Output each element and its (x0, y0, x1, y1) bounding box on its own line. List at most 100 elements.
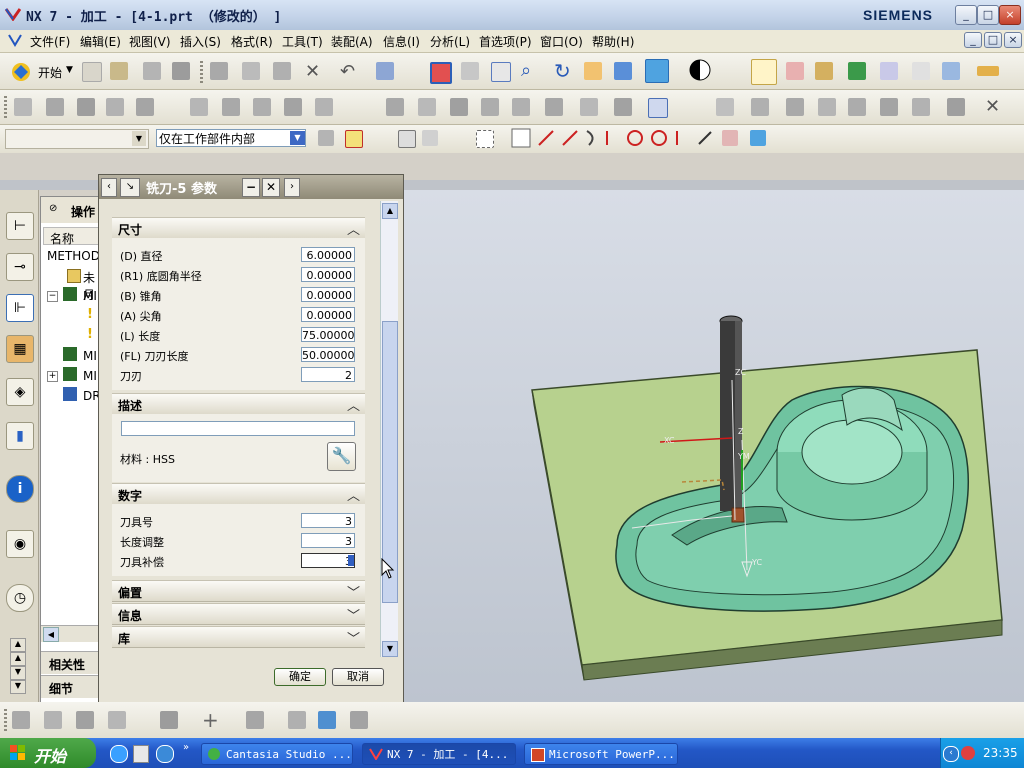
wcs-orient-icon[interactable] (751, 59, 777, 85)
scope-filter-dropdown[interactable]: 仅在工作部件内部 ▼ (156, 129, 306, 147)
section-info[interactable]: 信息 ﹀ (112, 603, 365, 625)
doc-close-button[interactable]: × (1004, 32, 1022, 48)
dialog-close-icon[interactable]: ✕ (262, 178, 280, 197)
column-header-name[interactable]: 名称 (43, 227, 101, 246)
bottom-tool-7-icon[interactable] (288, 711, 306, 729)
dependencies-tab[interactable]: 相关性 (41, 651, 103, 674)
menu-format[interactable]: 格式(R) (231, 33, 273, 50)
start-label[interactable]: 开始 (38, 64, 62, 81)
selection-filter-icon[interactable] (376, 62, 394, 80)
start-icon[interactable] (10, 61, 32, 83)
open-file-icon[interactable] (110, 62, 128, 80)
web-browser-icon[interactable]: ◉ (6, 530, 34, 558)
toolbar-grip[interactable] (4, 709, 7, 731)
machine-tool-icon[interactable]: ▦ (6, 335, 34, 363)
tray-app-icon[interactable] (961, 746, 975, 760)
doc-restore-button[interactable]: □ (984, 32, 1002, 48)
bottom-tool-9-icon[interactable] (350, 711, 368, 729)
diameter-input[interactable]: 6.00000 (301, 247, 355, 262)
op-tool-6-icon[interactable] (190, 98, 208, 116)
rotate-icon[interactable]: ↻ (554, 59, 571, 83)
select-all-icon[interactable] (318, 130, 334, 146)
chevron-down-icon[interactable]: ▼ (132, 131, 146, 146)
operation-navigator-icon[interactable]: ⊩ (6, 294, 34, 322)
graphics-window[interactable]: ZC XC Z YM YC (402, 190, 1024, 702)
new-file-icon[interactable] (82, 62, 102, 82)
perspective-icon[interactable] (614, 62, 632, 80)
menu-view[interactable]: 视图(V) (129, 33, 171, 50)
scroll-down-icon[interactable]: ▼ (10, 666, 26, 680)
horizontal-scrollbar[interactable]: ◀ (41, 625, 103, 642)
bottom-tool-4-icon[interactable] (108, 711, 126, 729)
tree-expand-icon[interactable]: + (47, 371, 58, 382)
section-dimensions[interactable]: 尺寸 ︿ (112, 217, 365, 239)
chevron-up-icon[interactable]: ︿ (347, 219, 360, 238)
tree-collapse-icon[interactable]: − (47, 291, 58, 302)
tree-item-mill-1[interactable]: MI (83, 289, 97, 303)
wcs-origin-icon[interactable] (786, 62, 804, 80)
dialog-title-bar[interactable]: ‹ ↘ 铣刀-5 参数 − ✕ › (99, 175, 403, 199)
section-offset[interactable]: 偏置 ﹀ (112, 580, 365, 602)
bottom-tool-2-icon[interactable] (44, 711, 62, 729)
create-tool-icon[interactable] (848, 62, 866, 80)
chevron-up-icon[interactable]: ︿ (347, 395, 360, 414)
zoom-window-icon[interactable] (461, 62, 479, 80)
op-tool-7-icon[interactable] (222, 98, 240, 116)
op-tool-15-icon[interactable] (512, 98, 530, 116)
section-description[interactable]: 描述 ︿ (112, 393, 365, 415)
description-input[interactable] (121, 421, 355, 436)
dialog-scrollbar[interactable]: ▲ ▼ (380, 201, 398, 657)
op-tool-11-icon[interactable] (386, 98, 404, 116)
op-tool-19-icon[interactable] (648, 98, 668, 118)
op-tool-5-icon[interactable] (136, 98, 154, 116)
op-tool-17-icon[interactable] (580, 98, 598, 116)
section-library[interactable]: 库 ﹀ (112, 626, 365, 648)
tip-angle-input[interactable]: 0.00000 (301, 307, 355, 322)
scroll-left-icon[interactable]: ◀ (43, 627, 59, 642)
dialog-back-icon[interactable]: ‹ (101, 178, 117, 197)
menu-tools[interactable]: 工具(T) (282, 33, 323, 50)
op-delete-icon[interactable]: ✕ (985, 96, 1000, 117)
create-operation-icon[interactable] (942, 62, 960, 80)
op-tool-16-icon[interactable] (545, 98, 563, 116)
paste-icon[interactable] (273, 62, 291, 80)
op-tool-12-icon[interactable] (418, 98, 436, 116)
menu-preferences[interactable]: 首选项(P) (479, 33, 532, 50)
chevron-down-icon[interactable]: ▼ (290, 131, 305, 145)
taskbar-item-nx[interactable]: NX 7 - 加工 - [4... (362, 743, 516, 765)
reuse-library-icon[interactable]: ◈ (6, 378, 34, 406)
op-tool-20-icon[interactable] (716, 98, 734, 116)
pan-icon[interactable] (584, 62, 602, 80)
cutcom-register-input[interactable]: 3 (301, 553, 355, 568)
op-tool-8-icon[interactable] (253, 98, 271, 116)
tree-item-mill-3[interactable]: MI (83, 369, 97, 383)
bottom-tool-5-icon[interactable] (160, 711, 178, 729)
dialog-forward-icon[interactable]: › (284, 178, 300, 197)
op-tool-9-icon[interactable] (284, 98, 302, 116)
bottom-tool-3-icon[interactable] (76, 711, 94, 729)
flutes-input[interactable]: 2 (301, 367, 355, 382)
menu-help[interactable]: 帮助(H) (592, 33, 634, 50)
chevron-down-icon[interactable]: ﹀ (347, 582, 360, 601)
rectangle-select-icon[interactable] (476, 130, 494, 148)
select-body-icon[interactable] (398, 130, 416, 148)
minimize-button[interactable]: _ (955, 5, 977, 25)
zoom-icon[interactable] (491, 62, 511, 82)
shaded-cube-icon[interactable] (645, 59, 669, 83)
flute-length-input[interactable]: 50.00000 (301, 347, 355, 362)
dialog-collapse-icon[interactable]: − (242, 178, 260, 197)
pin-icon[interactable]: ⊘ (49, 203, 57, 214)
type-filter-dropdown[interactable]: ▼ (5, 129, 149, 149)
op-tool-10-icon[interactable] (315, 98, 333, 116)
history-clock-icon[interactable]: ◷ (6, 584, 34, 612)
op-tool-4-icon[interactable] (106, 98, 124, 116)
scroll-up-icon[interactable]: ▲ (10, 652, 26, 666)
tree-item-mill-2[interactable]: MI (83, 349, 97, 363)
op-tool-27-icon[interactable] (947, 98, 965, 116)
undo-icon[interactable]: ↶ (340, 61, 355, 82)
create-method-icon[interactable] (912, 62, 930, 80)
op-tool-25-icon[interactable] (880, 98, 898, 116)
chevron-down-icon[interactable]: ﹀ (347, 605, 360, 624)
scroll-down-icon[interactable]: ▼ (10, 680, 26, 694)
scroll-down-icon[interactable]: ▼ (382, 641, 398, 657)
